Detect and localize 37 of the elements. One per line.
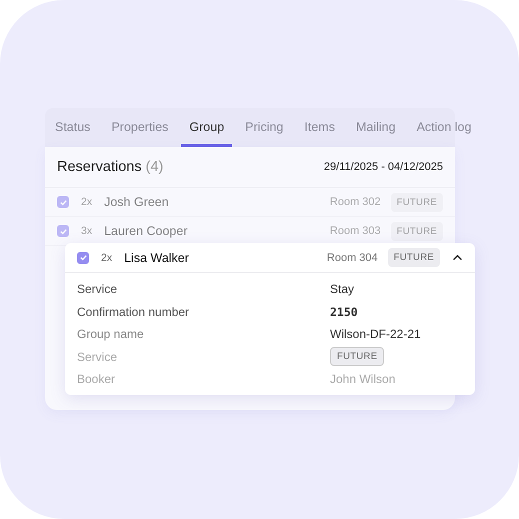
room-label: Room 303 <box>330 225 381 237</box>
checkbox[interactable] <box>57 225 69 237</box>
checkbox[interactable] <box>57 196 69 208</box>
checkbox[interactable] <box>77 252 89 264</box>
check-icon <box>58 198 68 206</box>
status-tag: FUTURE <box>330 347 384 366</box>
field-label: Confirmation number <box>77 304 190 319</box>
field-value: Stay <box>330 282 354 296</box>
tab[interactable]: Status <box>55 108 98 147</box>
quantity-label: 2x <box>101 252 112 264</box>
check-icon <box>58 226 68 236</box>
section-title: Reservations (4) <box>57 159 164 175</box>
status-tag: FUTURE <box>390 192 443 212</box>
status-tag: FUTURE <box>388 248 440 267</box>
quantity-label: 2x <box>81 196 92 208</box>
tab[interactable]: Properties <box>111 108 176 147</box>
quantity-label: 3x <box>81 225 92 237</box>
status-tag: FUTURE <box>390 222 443 240</box>
field-label: Service <box>77 350 118 364</box>
room-label: Room 304 <box>326 252 378 264</box>
field-label: Group name <box>77 327 145 342</box>
tab[interactable]: Items <box>304 108 343 147</box>
room-label: Room 302 <box>330 196 381 208</box>
tab[interactable]: Mailing <box>356 108 404 147</box>
field-label: Service <box>77 282 118 296</box>
field-value: John Wilson <box>330 372 396 386</box>
tab[interactable]: Pricing <box>245 108 292 147</box>
check-icon <box>78 253 88 262</box>
guest-name: Lisa Walker <box>124 250 190 264</box>
field-label: Booker <box>77 372 116 386</box>
tab[interactable]: Action log <box>416 108 480 147</box>
caret-icon[interactable] <box>452 254 463 261</box>
date-range: 29/11/2025 - 04/12/2025 <box>324 161 443 173</box>
field-value: Wilson-DF-22-21 <box>330 327 421 342</box>
guest-name: Lauren Cooper <box>104 224 188 238</box>
guest-name: Josh Green <box>104 195 170 209</box>
field-value: 2150 <box>330 304 358 319</box>
